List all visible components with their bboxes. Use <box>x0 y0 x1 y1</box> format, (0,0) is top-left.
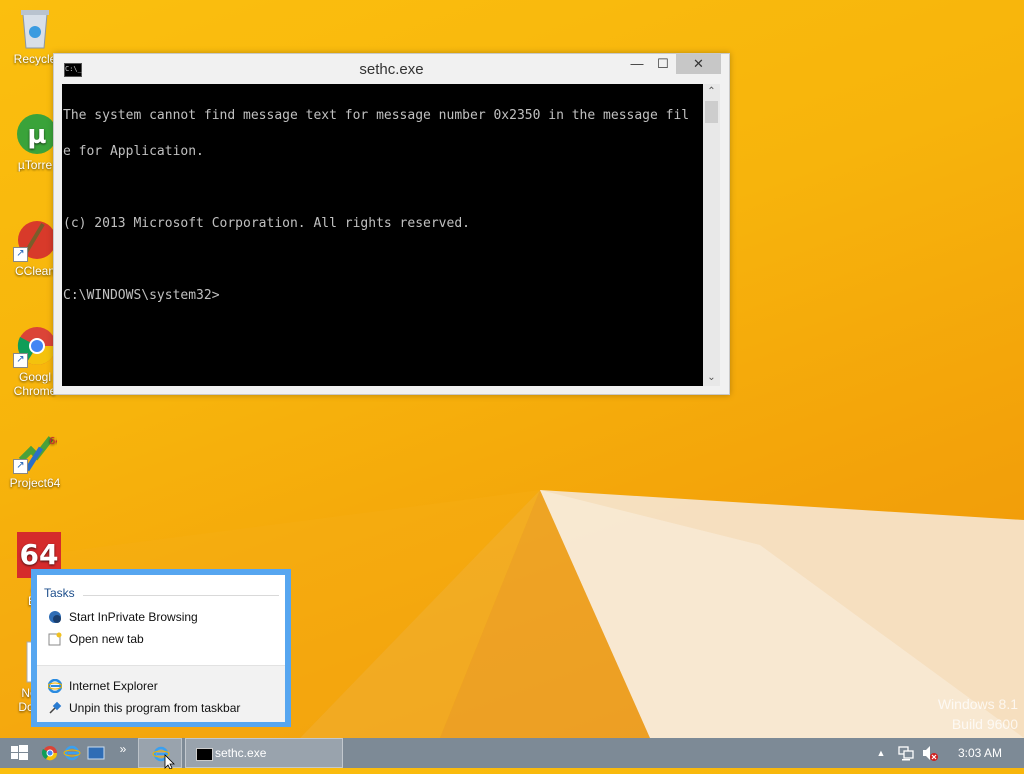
chrome-icon <box>41 746 58 761</box>
jump-list-divider <box>83 595 279 596</box>
recycle-bin-icon <box>13 6 57 50</box>
network-icon[interactable] <box>897 738 915 768</box>
console-prompt: C:\WINDOWS\system32> <box>63 288 220 303</box>
desktop-icon-label: Project64 <box>9 476 61 490</box>
inprivate-icon <box>48 610 62 624</box>
taskbar-button-label: sethc.exe <box>215 746 267 760</box>
internet-explorer-icon <box>47 678 63 694</box>
new-tab-icon <box>48 632 62 646</box>
jump-list-item-label: Unpin this program from taskbar <box>69 701 241 715</box>
taskbar-show-desktop-button[interactable] <box>86 738 106 768</box>
show-hidden-icons-button[interactable]: ▲ <box>874 738 888 768</box>
close-button[interactable]: ✕ <box>676 54 721 74</box>
jump-list-item-label: Start InPrivate Browsing <box>69 610 198 624</box>
command-prompt-icon <box>196 748 213 761</box>
taskbar-sethc-button[interactable]: sethc.exe <box>185 738 343 768</box>
console-line: The system cannot find message text for … <box>63 108 690 123</box>
utorrent-icon: µ <box>13 112 57 156</box>
vertical-scrollbar[interactable]: ⌃ ⌄ <box>703 84 720 386</box>
watermark-line: Build 9600 <box>951 716 1018 732</box>
jump-list-pinned-section: Internet Explorer Unpin this program fro… <box>37 665 285 722</box>
desktop-icon-project64[interactable]: 64 ↗ Project64 <box>6 430 64 490</box>
console-output[interactable]: The system cannot find message text for … <box>62 84 703 386</box>
jump-list-item-unpin[interactable]: Unpin this program from taskbar <box>44 698 280 718</box>
mouse-cursor-icon <box>164 754 175 770</box>
taskbar-chrome-button[interactable] <box>40 738 60 768</box>
shortcut-arrow-icon: ↗ <box>13 459 28 474</box>
console-line: e for Application. <box>63 144 204 159</box>
shortcut-arrow-icon: ↗ <box>13 353 28 368</box>
windows-build-watermark: Windows 8.1 Build 9600 <box>938 694 1018 734</box>
internet-explorer-icon <box>152 746 175 770</box>
jump-list-item-label: Open new tab <box>69 632 144 646</box>
taskbar-ie-button[interactable] <box>62 738 82 768</box>
scroll-down-arrow-icon[interactable]: ⌄ <box>703 370 720 386</box>
jump-list-item-label: Internet Explorer <box>69 679 158 693</box>
jump-list-header: Tasks <box>44 586 75 600</box>
maximize-button[interactable]: ☐ <box>650 54 676 74</box>
taskbar-jump-list: Tasks Start InPrivate Browsing Open new … <box>31 569 291 727</box>
start-button[interactable] <box>8 738 30 768</box>
desktop-icon <box>87 746 105 760</box>
ccleaner-icon: ↗ <box>13 218 57 262</box>
volume-muted-icon[interactable] <box>921 738 939 768</box>
console-line: (c) 2013 Microsoft Corporation. All righ… <box>63 216 470 231</box>
taskbar-ie-active-button[interactable] <box>138 738 182 770</box>
internet-explorer-icon <box>63 745 81 761</box>
jump-list-item-new-tab[interactable]: Open new tab <box>44 629 280 649</box>
jump-list-panel: Tasks Start InPrivate Browsing Open new … <box>37 575 285 722</box>
system-clock[interactable]: 3:03 AM <box>948 738 1012 768</box>
unpin-icon <box>48 701 62 715</box>
chrome-icon: ↗ <box>13 324 57 368</box>
watermark-line: Windows 8.1 <box>937 696 1018 712</box>
jump-list-item-internet-explorer[interactable]: Internet Explorer <box>44 676 280 696</box>
chevron-right-icon[interactable]: » <box>116 738 130 768</box>
shortcut-arrow-icon: ↗ <box>13 247 28 262</box>
jump-list-item-inprivate[interactable]: Start InPrivate Browsing <box>44 607 280 627</box>
window-titlebar[interactable]: C:\_ sethc.exe — ☐ ✕ <box>54 54 729 84</box>
svg-text:64: 64 <box>49 436 57 447</box>
scrollbar-thumb[interactable] <box>705 101 718 123</box>
scroll-up-arrow-icon[interactable]: ⌃ <box>703 84 720 100</box>
console-window[interactable]: C:\_ sethc.exe — ☐ ✕ The system cannot f… <box>53 53 730 395</box>
windows-logo-icon <box>11 745 28 760</box>
project64-icon: 64 ↗ <box>13 430 62 474</box>
svg-text:64: 64 <box>20 538 59 571</box>
svg-text:µ: µ <box>27 120 46 150</box>
minimize-button[interactable]: — <box>624 54 650 74</box>
taskbar: » sethc.exe ▲ 3:03 AM <box>0 738 1024 770</box>
